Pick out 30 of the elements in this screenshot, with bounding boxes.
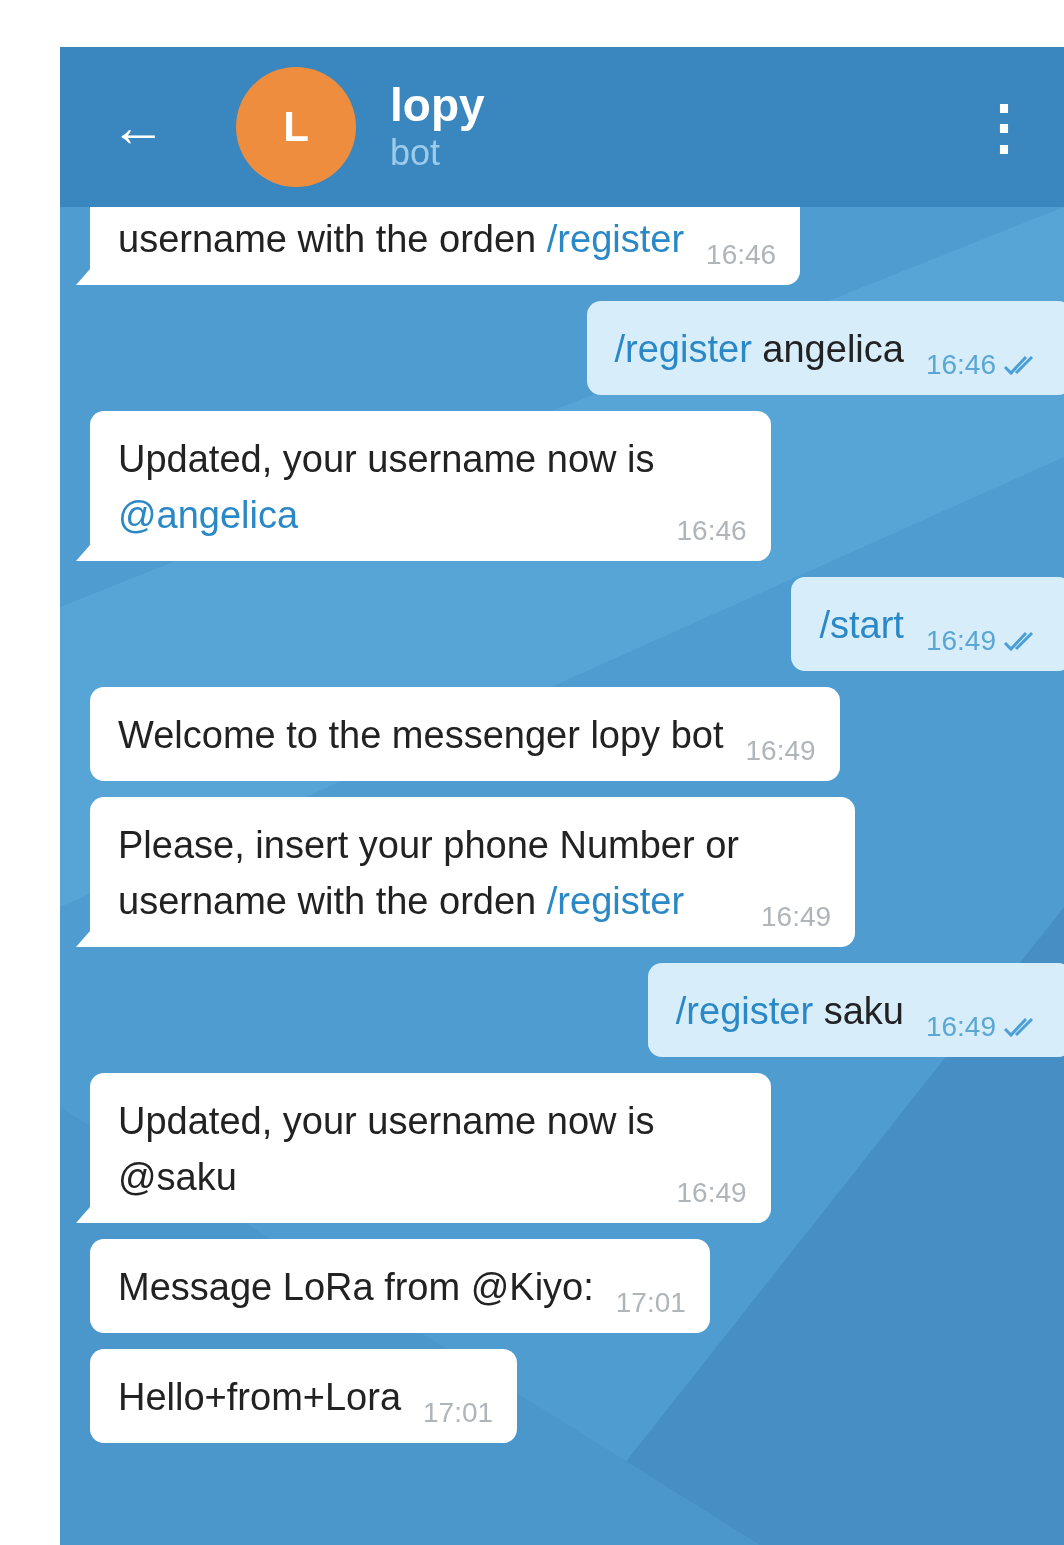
- command-link[interactable]: @angelica: [118, 494, 299, 536]
- message-text: username with the orden /register: [118, 217, 685, 262]
- message-time: 16:49: [925, 624, 996, 658]
- message-text: Welcome to the messenger lopy bot: [118, 713, 724, 758]
- message-time: 16:49: [925, 1010, 996, 1044]
- message-text: Please, insert your phone Number or username with the orden /register: [118, 823, 739, 924]
- command-link[interactable]: /register: [546, 880, 685, 922]
- message-time: 16:49: [761, 900, 832, 934]
- command-link[interactable]: /register: [614, 328, 752, 370]
- message-time: 16:46: [676, 514, 747, 548]
- message-text: Hello+from+Lora: [118, 1375, 402, 1420]
- message-text: Message LoRa from @Kiyo:: [118, 1265, 594, 1310]
- message-text: /register saku: [675, 989, 904, 1034]
- chat-subtitle: bot: [390, 131, 442, 174]
- command-link[interactable]: /register: [546, 218, 685, 260]
- chat-title: lopy: [390, 80, 485, 131]
- message-time: 16:49: [676, 1176, 747, 1210]
- avatar[interactable]: L: [236, 67, 356, 187]
- menu-button[interactable]: ⋮: [974, 92, 1034, 162]
- message-time: 16:46: [925, 348, 996, 382]
- back-button[interactable]: ←: [110, 99, 166, 155]
- message-text: Updated, your username now is @saku: [118, 1099, 655, 1200]
- message-time: 16:49: [745, 734, 816, 768]
- message-text: Updated, your username now is @angelica: [118, 437, 655, 538]
- message-text: /register angelica: [614, 327, 904, 372]
- message-time: 17:01: [423, 1396, 494, 1430]
- command-link[interactable]: /register: [675, 990, 814, 1032]
- command-link[interactable]: /start: [819, 604, 904, 646]
- message-time: 17:01: [615, 1286, 686, 1320]
- message-time: 16:46: [706, 238, 777, 272]
